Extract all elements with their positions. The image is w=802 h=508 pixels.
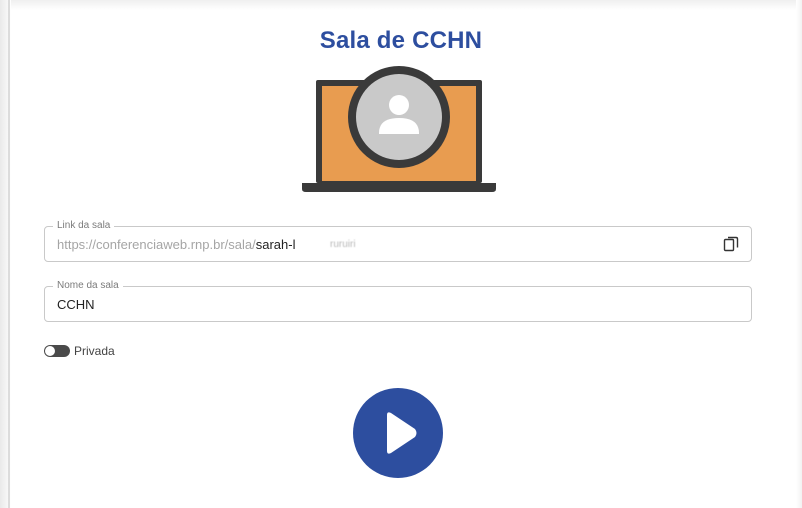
- room-link-slug: sarah-l: [255, 237, 296, 252]
- private-toggle-label: Privada: [74, 344, 115, 358]
- room-link-field[interactable]: Link da sala https://conferenciaweb.rnp.…: [44, 220, 752, 262]
- private-toggle[interactable]: [44, 345, 70, 357]
- copy-icon[interactable]: [723, 236, 739, 252]
- play-icon: [387, 412, 417, 454]
- right-shadow: [796, 0, 802, 508]
- room-name-field[interactable]: Nome da sala CCHN: [44, 280, 752, 322]
- left-border: [8, 0, 10, 508]
- top-shadow: [0, 0, 802, 10]
- private-toggle-row[interactable]: Privada: [44, 343, 115, 359]
- page-title: Sala de CCHN: [319, 27, 483, 54]
- start-room-button[interactable]: [353, 388, 443, 478]
- room-name-input[interactable]: CCHN: [57, 297, 95, 312]
- private-toggle-knob: [45, 346, 55, 356]
- room-link-legend: Link da sala: [53, 220, 115, 232]
- create-room-page: Sala de CCHN Link da sala https://confer…: [0, 0, 802, 508]
- room-name-legend: Nome da sala: [53, 280, 123, 292]
- laptop-user-avatar-icon: [302, 66, 496, 192]
- room-link-prefix: https://conferenciaweb.rnp.br/sala/: [57, 237, 256, 252]
- room-link-obscured-suffix: ruruiri: [330, 239, 356, 250]
- room-link-value[interactable]: https://conferenciaweb.rnp.br/sala/sarah…: [57, 237, 295, 252]
